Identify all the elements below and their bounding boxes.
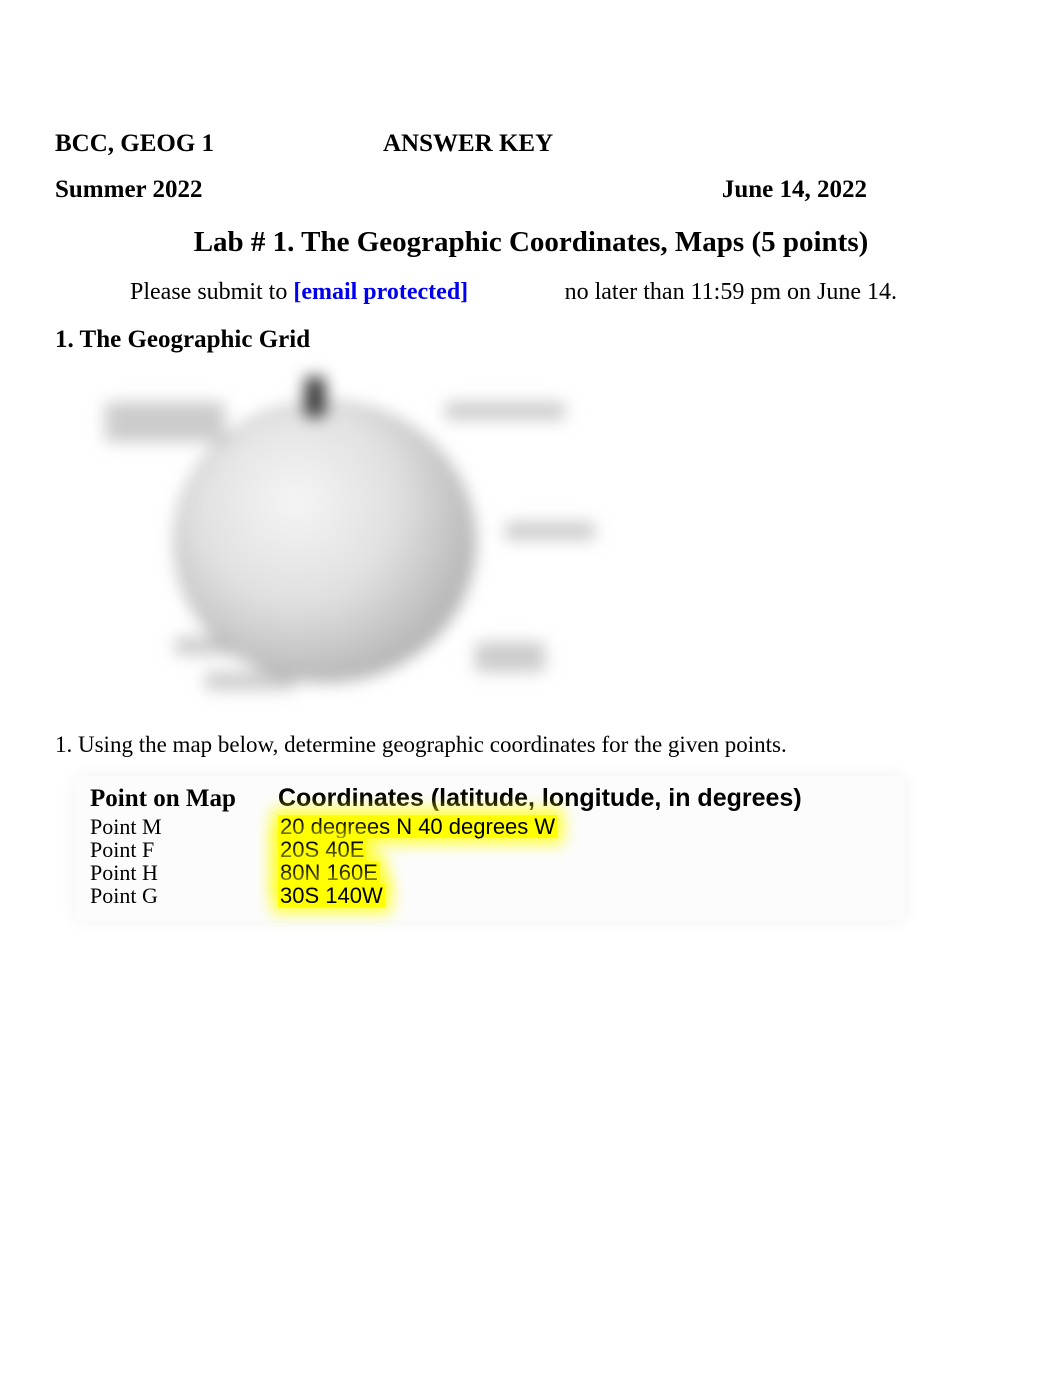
point-cell: Point F xyxy=(90,838,278,861)
table-row: Point G 30S 140W xyxy=(90,884,890,907)
table-row: Point M 20 degrees N 40 degrees W xyxy=(90,815,890,838)
email-link[interactable]: [email protected] xyxy=(293,279,468,305)
point-cell: Point M xyxy=(90,815,278,838)
table-header-coords: Coordinates (latitude, longitude, in deg… xyxy=(278,784,802,813)
answer-key-label: ANSWER KEY xyxy=(383,130,553,158)
point-cell: Point G xyxy=(90,884,278,907)
coords-cell: 20 degrees N 40 degrees W xyxy=(278,815,557,838)
header-row-2: Summer 2022 June 14, 2022 xyxy=(55,176,1007,204)
coords-cell: 30S 140W xyxy=(278,884,385,907)
point-cell: Point H xyxy=(90,861,278,884)
submit-deadline: no later than 11:59 pm on June 14. xyxy=(565,279,897,306)
header-row-1: BCC, GEOG 1 ANSWER KEY xyxy=(55,130,1007,158)
term-label: Summer 2022 xyxy=(55,176,202,204)
submit-left: Please submit to [email protected] xyxy=(130,279,468,306)
globe-diagram xyxy=(75,372,595,712)
date-label: June 14, 2022 xyxy=(722,176,867,204)
course-code: BCC, GEOG 1 xyxy=(55,130,383,158)
coords-cell: 20S 40E xyxy=(278,838,366,861)
table-header: Point on Map Coordinates (latitude, long… xyxy=(90,784,890,813)
submit-instructions: Please submit to [email protected] no la… xyxy=(55,279,1007,306)
coordinates-table: Point on Map Coordinates (latitude, long… xyxy=(75,776,905,921)
table-row: Point F 20S 40E xyxy=(90,838,890,861)
question-1-text: 1. Using the map below, determine geogra… xyxy=(55,732,1007,758)
table-row: Point H 80N 160E xyxy=(90,861,890,884)
table-header-point: Point on Map xyxy=(90,785,278,813)
submit-prefix: Please submit to xyxy=(130,279,293,305)
section-1-heading: 1. The Geographic Grid xyxy=(55,326,1007,354)
lab-title: Lab # 1. The Geographic Coordinates, Map… xyxy=(55,226,1007,259)
coords-cell: 80N 160E xyxy=(278,861,380,884)
